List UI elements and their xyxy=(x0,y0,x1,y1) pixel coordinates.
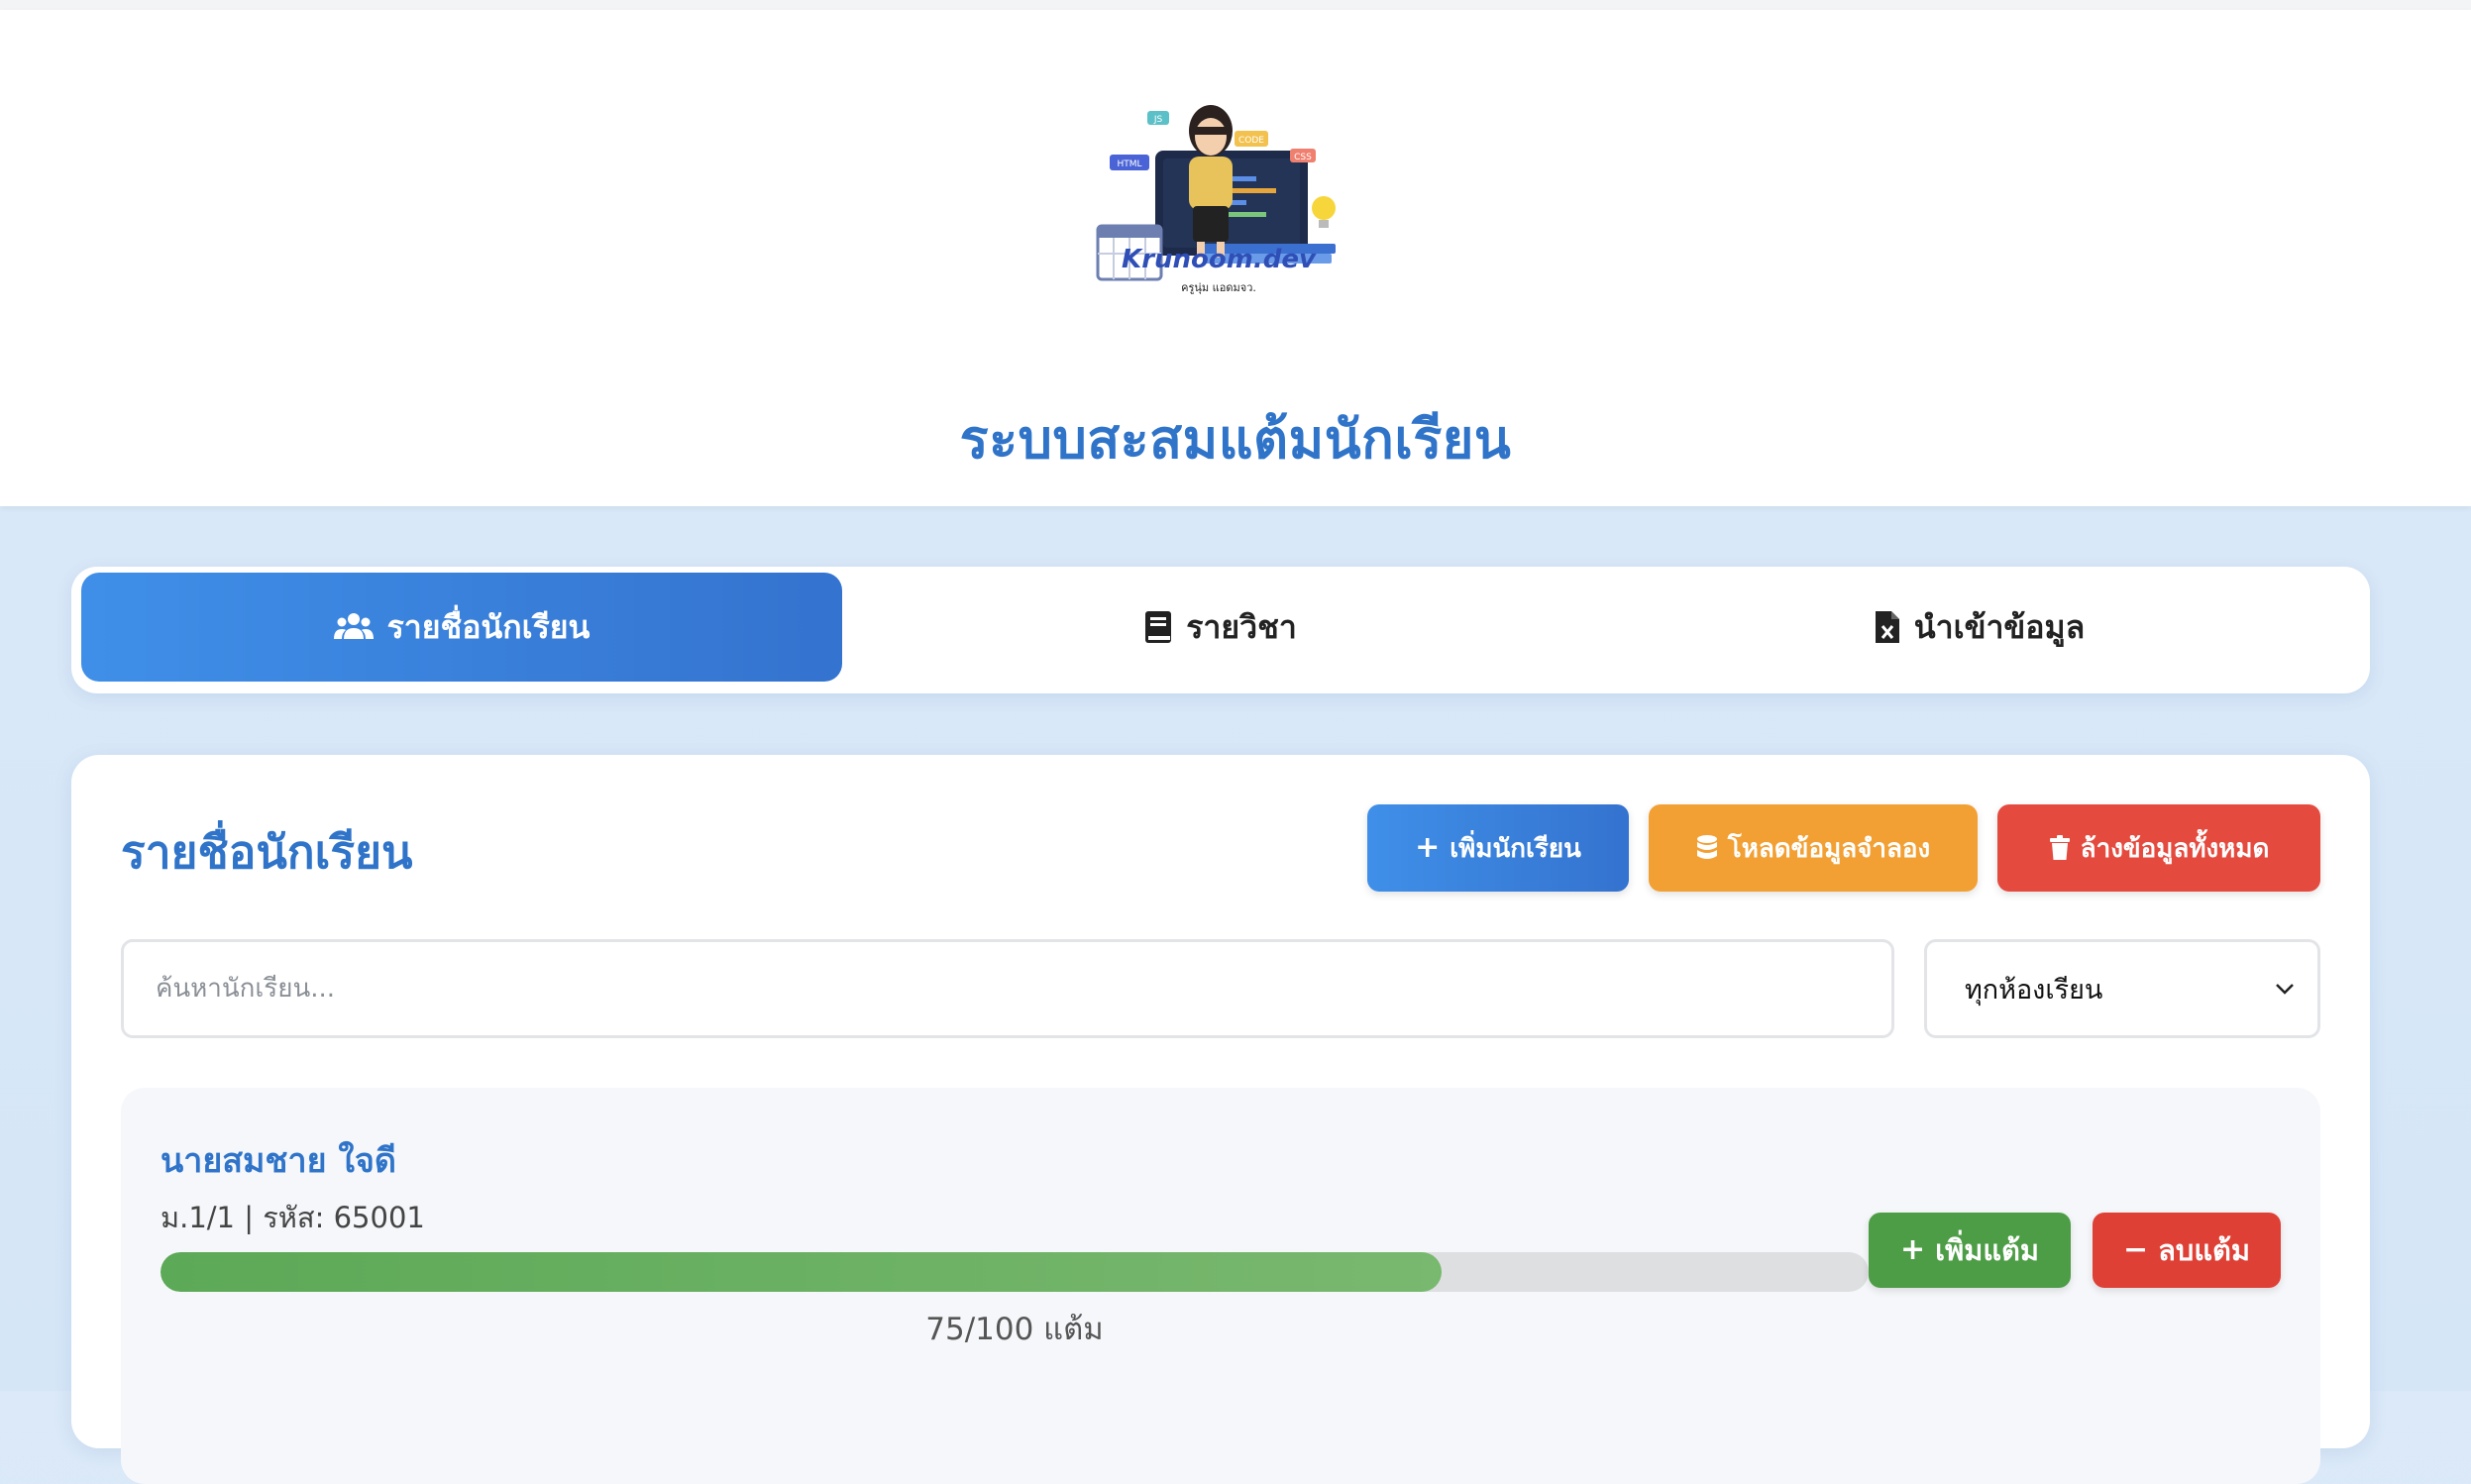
student-search-input[interactable] xyxy=(121,939,1894,1038)
load-sample-data-label: โหลดข้อมูลจำลอง xyxy=(1727,833,1931,864)
svg-text:HTML: HTML xyxy=(1117,159,1141,169)
load-sample-data-button[interactable]: โหลดข้อมูลจำลอง xyxy=(1649,804,1978,892)
remove-points-button[interactable]: − ลบแต้ม xyxy=(2093,1213,2281,1288)
tab-students[interactable]: รายชื่อนักเรียน xyxy=(81,573,842,682)
svg-text:CSS: CSS xyxy=(1294,153,1312,162)
add-student-label: เพิ่มนักเรียน xyxy=(1450,833,1581,864)
add-points-label: เพิ่มแต้ม xyxy=(1935,1233,2039,1267)
svg-text:ครูนุ่ม แอดมจว.: ครูนุ่ม แอดมจว. xyxy=(1181,281,1256,294)
plus-icon: + xyxy=(1900,1232,1926,1267)
svg-text:JS: JS xyxy=(1153,115,1163,125)
tab-students-label: รายชื่อนักเรียน xyxy=(386,607,591,646)
student-class-id: ม.1/1 | รหัส: 65001 xyxy=(161,1201,425,1234)
tab-subjects[interactable]: รายวิชา xyxy=(840,573,1601,682)
students-card: รายชื่อนักเรียน + เพิ่มนักเรียน โหลดข้อม… xyxy=(71,755,2370,1484)
minus-icon: − xyxy=(2123,1232,2149,1267)
tab-subjects-label: รายวิชา xyxy=(1186,607,1297,646)
add-points-button[interactable]: + เพิ่มแต้ม xyxy=(1869,1213,2071,1288)
section-title: รายชื่อนักเรียน xyxy=(121,825,413,879)
tab-import-label: นำเข้าข้อมูล xyxy=(1913,607,2086,646)
student-name: นายสมชาย ใจดี xyxy=(161,1141,396,1181)
main-tabs: รายชื่อนักเรียน รายวิชา นำเข้าข้อมูล xyxy=(71,567,2370,693)
page-header: JS HTML CODE CSS Krunoom.dev ครูนุ่ม แอด… xyxy=(0,10,2471,506)
app-title: ระบบสะสมแต้มนักเรียน xyxy=(959,408,1512,471)
plus-icon: + xyxy=(1415,830,1441,865)
score-progress-fill xyxy=(161,1252,1442,1292)
clear-all-data-button[interactable]: ล้างข้อมูลทั้งหมด xyxy=(1997,804,2320,892)
clear-all-data-label: ล้างข้อมูลทั้งหมด xyxy=(2080,833,2270,864)
remove-points-label: ลบแต้ม xyxy=(2158,1233,2250,1267)
top-strip xyxy=(0,0,2471,10)
score-progress-bar xyxy=(161,1252,1869,1292)
excel-file-icon xyxy=(1875,611,1899,643)
book-icon xyxy=(1145,611,1172,643)
score-label: 75/100 แต้ม xyxy=(925,1312,1104,1347)
database-icon xyxy=(1696,835,1717,859)
svg-text:CODE: CODE xyxy=(1238,136,1264,146)
tab-import[interactable]: นำเข้าข้อมูล xyxy=(1599,573,2360,682)
class-filter-value: ทุกห้องเรียน xyxy=(1965,974,2103,1006)
student-card: นายสมชาย ใจดี ม.1/1 | รหัส: 65001 75/100… xyxy=(121,1088,2320,1484)
users-icon xyxy=(333,613,374,639)
svg-text:Krunoom.dev: Krunoom.dev xyxy=(1122,245,1317,274)
chevron-down-icon xyxy=(2276,984,2294,995)
class-filter-select[interactable]: ทุกห้องเรียน xyxy=(1924,939,2320,1038)
krunoom-logo: JS HTML CODE CSS Krunoom.dev ครูนุ่ม แอด… xyxy=(1096,105,1336,294)
trash-icon xyxy=(2049,835,2070,860)
add-student-button[interactable]: + เพิ่มนักเรียน xyxy=(1367,804,1629,892)
